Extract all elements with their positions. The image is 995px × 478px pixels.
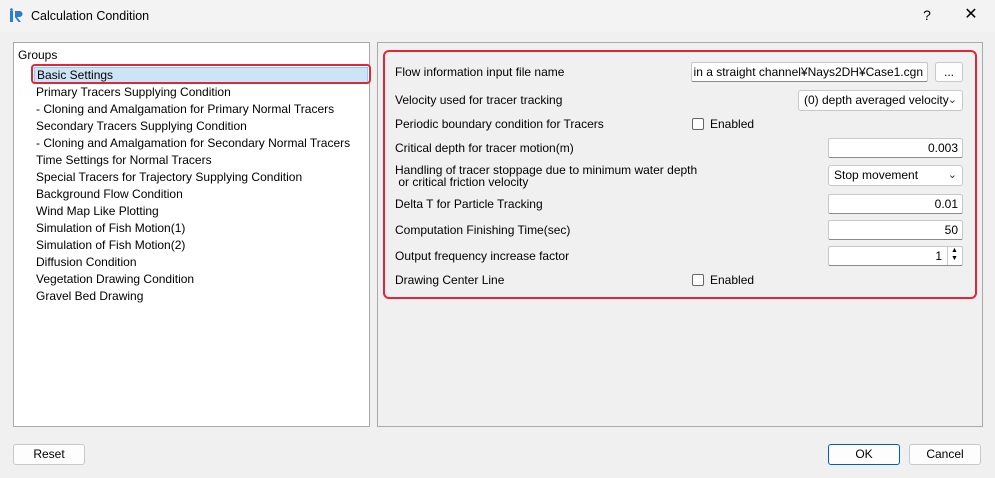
groups-tree: Groups Basic Settings Primary Tracers Su…	[13, 42, 370, 427]
critical-depth-input[interactable]: 0.003	[828, 138, 963, 158]
output-freq-label: Output frequency increase factor	[395, 249, 570, 263]
tree-item-secondary-tracers[interactable]: Secondary Tracers Supplying Condition	[36, 118, 247, 135]
chevron-down-icon: ⌄	[947, 169, 957, 181]
flow-file-label: Flow information input file name	[395, 65, 565, 79]
tree-item-special-tracers[interactable]: Special Tracers for Trajectory Supplying…	[36, 169, 302, 186]
groups-root-label: Groups	[18, 48, 58, 62]
center-line-label: Drawing Center Line	[395, 273, 505, 287]
tree-item-gravel-bed[interactable]: Gravel Bed Drawing	[36, 288, 143, 305]
stoppage-select[interactable]: Stop movement ⌄	[828, 165, 963, 186]
velocity-select[interactable]: (0) depth averaged velocity ⌄	[798, 90, 963, 111]
delta-t-label: Delta T for Particle Tracking	[395, 197, 543, 211]
tree-item-vegetation[interactable]: Vegetation Drawing Condition	[36, 271, 194, 288]
app-logo-icon	[10, 8, 23, 22]
flow-file-input[interactable]: ort in a straight channel¥Nays2DH¥Case1.…	[691, 62, 928, 82]
tree-item-fish-motion-2[interactable]: Simulation of Fish Motion(2)	[36, 237, 185, 254]
spin-arrows-icon[interactable]: ▲ ▼	[947, 247, 961, 265]
periodic-label: Periodic boundary condition for Tracers	[395, 117, 604, 131]
cancel-button[interactable]: Cancel	[909, 444, 981, 465]
help-button[interactable]: ?	[916, 4, 938, 26]
velocity-select-value: (0) depth averaged velocity	[804, 93, 949, 107]
critical-depth-label: Critical depth for tracer motion(m)	[395, 141, 574, 155]
output-freq-spinbox[interactable]: 1	[828, 246, 963, 266]
reset-button[interactable]: Reset	[13, 444, 85, 465]
stoppage-select-value: Stop movement	[834, 168, 919, 182]
tree-item-diffusion[interactable]: Diffusion Condition	[36, 254, 137, 271]
close-button[interactable]: ✕	[958, 4, 984, 26]
chevron-down-icon: ⌄	[947, 94, 957, 106]
tree-item-wind-map[interactable]: Wind Map Like Plotting	[36, 203, 159, 220]
tree-item-secondary-cloning[interactable]: - Cloning and Amalgamation for Secondary…	[36, 135, 350, 152]
tree-item-primary-tracers[interactable]: Primary Tracers Supplying Condition	[36, 84, 231, 101]
title-bar: Calculation Condition ? ✕	[0, 0, 995, 32]
stoppage-label-line2: or critical friction velocity	[395, 175, 529, 189]
center-line-checkbox[interactable]	[692, 274, 704, 286]
tree-item-primary-cloning[interactable]: - Cloning and Amalgamation for Primary N…	[36, 101, 334, 118]
velocity-label: Velocity used for tracer tracking	[395, 93, 563, 107]
finish-time-label: Computation Finishing Time(sec)	[395, 223, 571, 237]
periodic-checkbox-label[interactable]: Enabled	[710, 117, 754, 131]
flow-file-value: ort in a straight channel¥Nays2DH¥Case1.…	[691, 65, 923, 79]
window-title: Calculation Condition	[31, 9, 150, 23]
tree-item-time-settings[interactable]: Time Settings for Normal Tracers	[36, 152, 212, 169]
delta-t-input[interactable]: 0.01	[828, 194, 963, 214]
browse-button[interactable]: ...	[935, 62, 963, 82]
tree-item-background-flow[interactable]: Background Flow Condition	[36, 186, 183, 203]
periodic-checkbox[interactable]	[692, 118, 704, 130]
center-line-checkbox-label[interactable]: Enabled	[710, 273, 754, 287]
ok-button[interactable]: OK	[828, 444, 900, 465]
selection-highlight-outline	[31, 64, 371, 84]
finish-time-input[interactable]: 50	[828, 220, 963, 240]
tree-item-fish-motion-1[interactable]: Simulation of Fish Motion(1)	[36, 220, 185, 237]
